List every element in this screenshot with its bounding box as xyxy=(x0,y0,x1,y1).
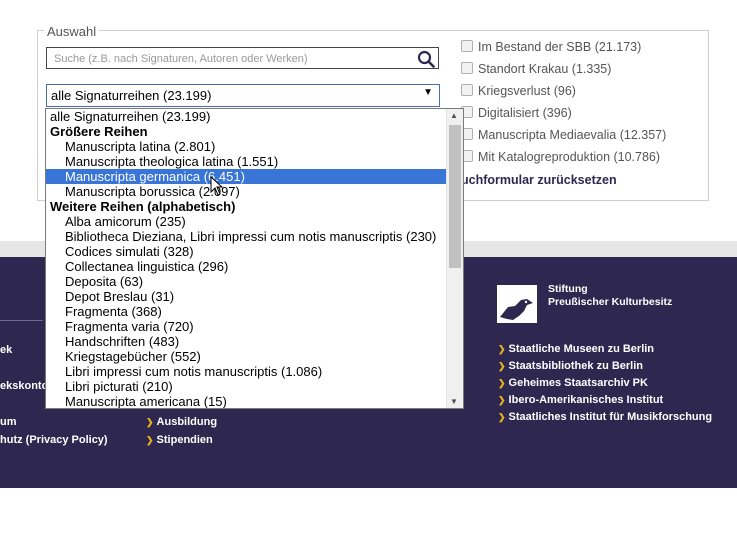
footer-link-3[interactable]: ekskonto xyxy=(0,380,48,392)
dropdown-group-label: Größere Reihen xyxy=(50,124,148,139)
footer-link-4[interactable]: um xyxy=(0,416,17,428)
dropdown-option[interactable]: Depot Breslau (31) xyxy=(46,289,449,304)
dropdown-option[interactable]: Collectanea linguistica (296) xyxy=(46,259,449,274)
checkbox-label: Kriegsverlust (96) xyxy=(478,84,576,98)
bullet-icon: ❯ xyxy=(498,395,506,405)
bullet-icon: ❯ xyxy=(498,378,506,388)
dropdown-option[interactable]: Fragmenta varia (720) xyxy=(46,319,449,334)
spk-link-label: Staatliche Museen zu Berlin xyxy=(508,343,655,355)
spk-link-label: Geheimes Staatsarchiv PK xyxy=(508,377,648,389)
dropdown-option[interactable]: Handschriften (483) xyxy=(46,334,449,349)
scroll-up-icon[interactable]: ▲ xyxy=(450,111,458,120)
checkbox-mediaevalia[interactable]: Manuscripta Mediaevalia (12.357) xyxy=(461,128,666,142)
checkbox-label: Standort Krakau (1.335) xyxy=(478,62,612,76)
checkbox-kriegsverlust[interactable]: Kriegsverlust (96) xyxy=(461,84,576,98)
spk-title-line2: Preußischer Kulturbesitz xyxy=(548,296,673,308)
checkbox-label: Mit Katalogreproduktion (10.786) xyxy=(478,150,661,164)
dropdown-option[interactable]: Manuscripta germanica (6.451) xyxy=(46,169,449,184)
dropdown-option[interactable]: Deposita (63) xyxy=(46,274,449,289)
dropdown-option[interactable]: Kriegstagebücher (552) xyxy=(46,349,449,364)
footer-link-privacy[interactable]: hutz (Privacy Policy) xyxy=(0,434,108,446)
checkbox-label: Im Bestand der SBB (21.173) xyxy=(478,40,642,54)
dropdown-option[interactable]: Manuscripta borussica (2.097) xyxy=(46,184,449,199)
spk-link-staatsarchiv[interactable]: ❯ Geheimes Staatsarchiv PK xyxy=(498,377,648,389)
spk-link-staatsbibliothek[interactable]: ❯ Staatsbibliothek zu Berlin xyxy=(498,360,643,372)
search-input[interactable] xyxy=(52,49,416,69)
spk-link-museen[interactable]: ❯ Staatliche Museen zu Berlin xyxy=(498,343,654,355)
checkbox-label: Manuscripta Mediaevalia (12.357) xyxy=(478,128,667,142)
reset-form-link[interactable]: uchformular zurücksetzen xyxy=(461,173,617,187)
bullet-icon: ❯ xyxy=(146,417,154,427)
footer-link-label: Stipendien xyxy=(156,434,213,446)
checkbox-katalogreproduktion[interactable]: Mit Katalogreproduktion (10.786) xyxy=(461,150,660,164)
dropdown-option[interactable]: Libri picturati (210) xyxy=(46,379,449,394)
dropdown-option[interactable]: Libri impressi cum notis manuscriptis (1… xyxy=(46,364,449,379)
scroll-down-icon[interactable]: ▼ xyxy=(450,397,458,406)
footer-link-stipendien[interactable]: ❯ Stipendien xyxy=(146,434,213,446)
dropdown-option[interactable]: Fragmenta (368) xyxy=(46,304,449,319)
spk-title: Stiftung Preußischer Kulturbesitz xyxy=(548,283,672,309)
bullet-icon: ❯ xyxy=(146,435,154,445)
spk-link-label: Staatsbibliothek zu Berlin xyxy=(508,360,644,372)
footer-divider xyxy=(0,320,43,321)
search-icon[interactable] xyxy=(417,50,435,68)
checkbox-im-bestand[interactable]: Im Bestand der SBB (21.173) xyxy=(461,40,641,54)
fieldset-legend: Auswahl xyxy=(44,24,100,39)
select-dropdown-list[interactable]: alle Signaturreihen (23.199) Größere Reih… xyxy=(45,108,464,409)
dropdown-option[interactable]: Manuscripta latina (2.801) xyxy=(46,139,449,154)
spk-title-line1: Stiftung xyxy=(548,283,588,295)
footer-link-1[interactable]: ek xyxy=(0,344,12,356)
mouse-cursor-icon xyxy=(210,176,224,196)
select-value: alle Signaturreihen (23.199) xyxy=(51,88,212,103)
dropdown-option[interactable]: alle Signaturreihen (23.199) xyxy=(46,109,449,124)
dropdown-group-label: Weitere Reihen (alphabetisch) xyxy=(50,199,236,214)
spk-link-musikforschung[interactable]: ❯ Staatliches Institut für Musikforschung xyxy=(498,411,712,423)
search-box xyxy=(46,47,439,69)
checkbox-box[interactable] xyxy=(461,84,473,96)
checkbox-digitalisiert[interactable]: Digitalisiert (396) xyxy=(461,106,572,120)
dropdown-option[interactable]: Alba amicorum (235) xyxy=(46,214,449,229)
footer-link-label: Ausbildung xyxy=(156,416,218,428)
spk-link-ibero[interactable]: ❯ Ibero-Amerikanisches Institut xyxy=(498,394,663,406)
dropdown-scrollbar[interactable]: ▲ ▼ xyxy=(446,109,463,408)
signature-series-select[interactable]: alle Signaturreihen (23.199) ▼ xyxy=(46,84,440,107)
footer-link-ausbildung[interactable]: ❯ Ausbildung xyxy=(146,416,217,428)
bullet-icon: ❯ xyxy=(498,344,506,354)
chevron-down-icon: ▼ xyxy=(423,87,433,98)
dropdown-option[interactable]: Bibliotheca Dieziana, Libri impressi cum… xyxy=(46,229,449,244)
bullet-icon: ❯ xyxy=(498,361,506,371)
bullet-icon: ❯ xyxy=(498,412,506,422)
dropdown-options: alle Signaturreihen (23.199) Größere Reih… xyxy=(46,109,449,408)
dropdown-option[interactable]: Codices simulati (328) xyxy=(46,244,449,259)
spk-logo-icon xyxy=(497,285,537,323)
checkbox-label: Digitalisiert (396) xyxy=(478,106,572,120)
scrollbar-thumb[interactable] xyxy=(449,125,461,268)
checkbox-krakau[interactable]: Standort Krakau (1.335) xyxy=(461,62,611,76)
dropdown-option[interactable]: Manuscripta theologica latina (1.551) xyxy=(46,154,449,169)
spk-link-label: Staatliches Institut für Musikforschung xyxy=(508,411,713,423)
dropdown-option[interactable]: Manuscripta americana (15) xyxy=(46,394,449,408)
spk-link-label: Ibero-Amerikanisches Institut xyxy=(508,394,664,406)
checkbox-box[interactable] xyxy=(461,40,473,52)
checkbox-box[interactable] xyxy=(461,62,473,74)
